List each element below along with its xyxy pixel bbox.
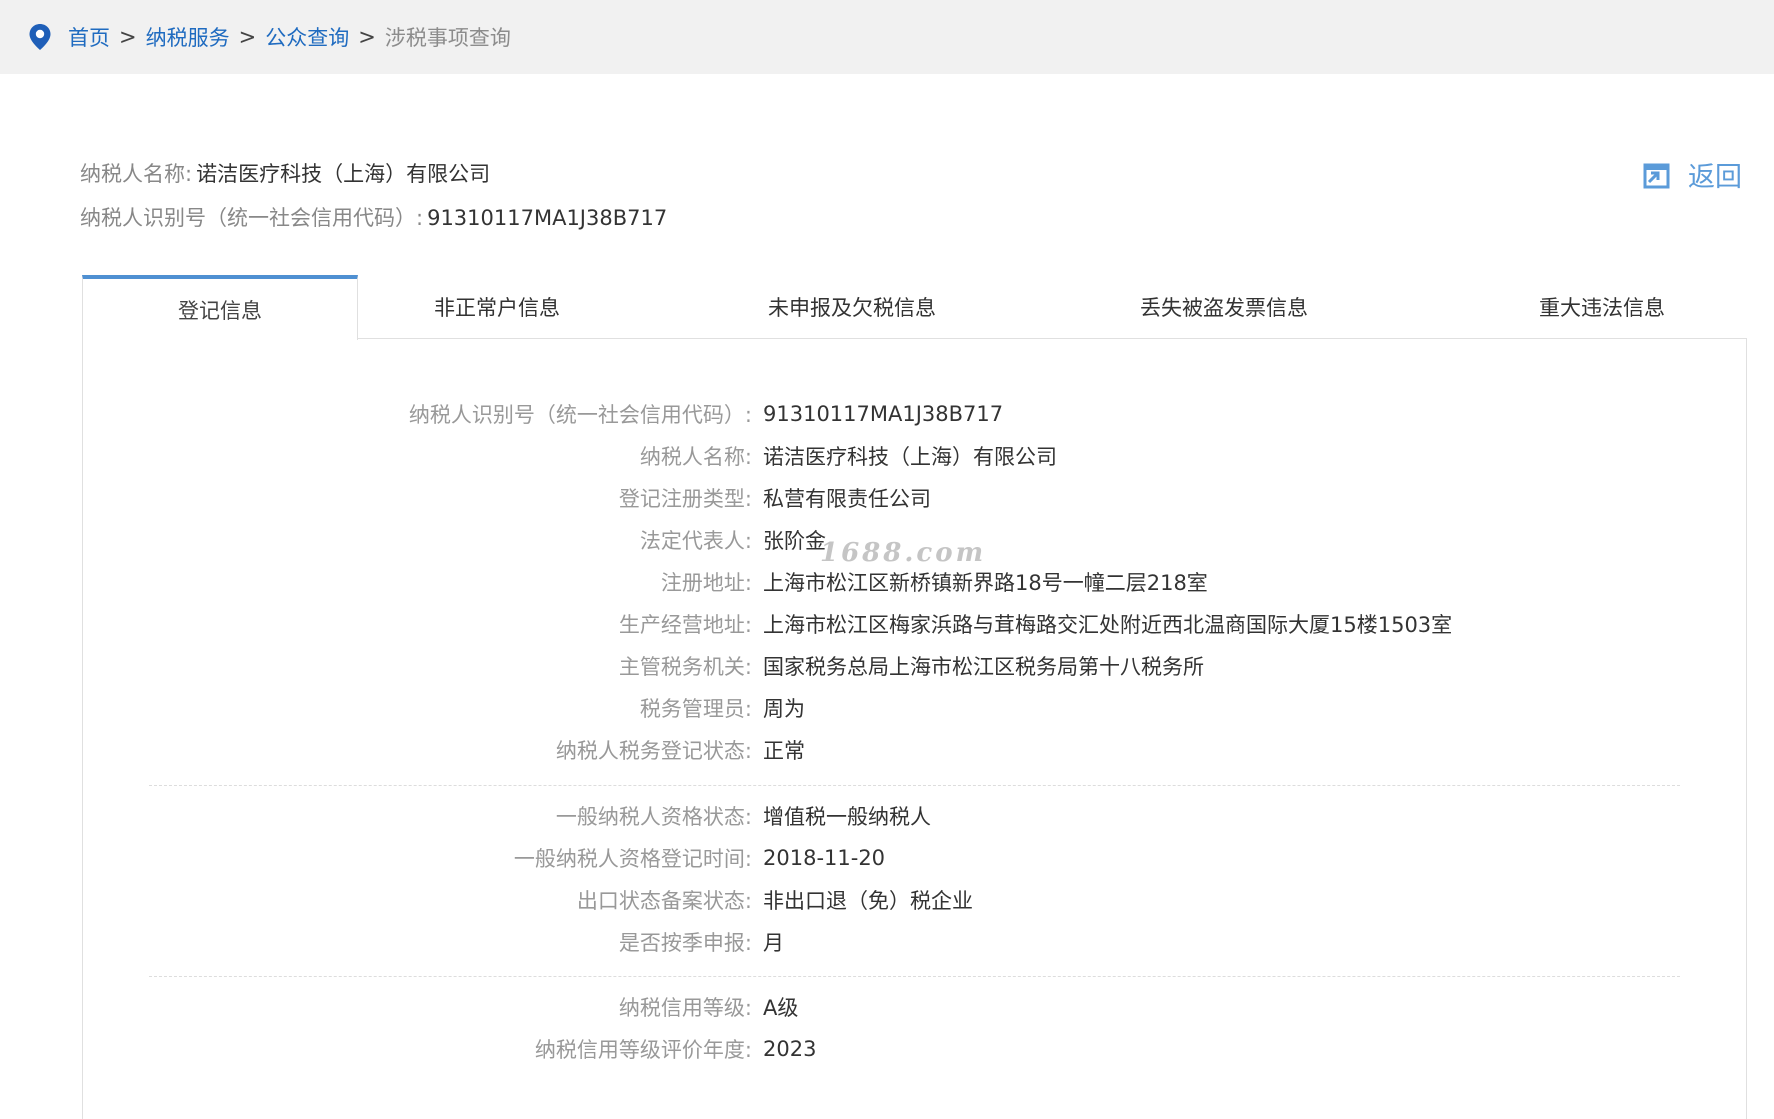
taxpayer-name-label: 纳税人名称: xyxy=(80,162,193,186)
info-value: 周为 xyxy=(763,697,805,721)
info-value: 诺洁医疗科技（上海）有限公司 xyxy=(763,445,1057,469)
tab-label: 丢失被盗发票信息 xyxy=(1140,296,1308,320)
taxpayer-header: 纳税人名称: 诺洁医疗科技（上海）有限公司 纳税人识别号（统一社会信用代码）: … xyxy=(80,152,667,240)
info-row: 一般纳税人资格登记时间: 2018-11-20 xyxy=(83,837,1683,879)
breadcrumb-home[interactable]: 首页 xyxy=(68,22,110,52)
tab-label: 未申报及欠税信息 xyxy=(768,296,936,320)
return-label: 返回 xyxy=(1688,162,1742,193)
info-value: 国家税务总局上海市松江区税务局第十八税务所 xyxy=(763,655,1204,679)
info-value: 非出口退（免）税企业 xyxy=(763,889,973,913)
breadcrumb-public-query[interactable]: 公众查询 xyxy=(265,22,349,52)
info-label: 税务管理员: xyxy=(639,697,752,721)
info-value: 2018-11-20 xyxy=(763,846,886,870)
info-label: 登记注册类型: xyxy=(618,487,752,511)
info-value: A级 xyxy=(763,996,799,1020)
taxpayer-name-row: 纳税人名称: 诺洁医疗科技（上海）有限公司 xyxy=(80,152,667,196)
breadcrumb-current: 涉税事项查询 xyxy=(384,26,511,50)
info-label: 一般纳税人资格登记时间: xyxy=(513,847,752,871)
tab-abnormal-account-info[interactable]: 非正常户信息 xyxy=(392,275,602,339)
return-arrow-icon xyxy=(1643,163,1670,188)
taxpayer-name-value: 诺洁医疗科技（上海）有限公司 xyxy=(196,162,491,186)
info-label: 一般纳税人资格状态: xyxy=(555,805,752,829)
info-value: 上海市松江区新桥镇新界路18号一幢二层218室 xyxy=(763,571,1208,595)
info-label: 法定代表人: xyxy=(639,529,752,553)
info-label: 纳税信用等级: xyxy=(618,996,752,1020)
info-row: 登记注册类型: 私营有限责任公司 xyxy=(83,477,1683,519)
breadcrumb: 首页 > 纳税服务 > 公众查询 > 涉税事项查询 xyxy=(0,0,1774,74)
info-label: 纳税信用等级评价年度: xyxy=(534,1038,752,1062)
tab-label: 登记信息 xyxy=(178,298,262,323)
info-value: 张阶金 xyxy=(763,529,826,553)
info-value: 上海市松江区梅家浜路与茸梅路交汇处附近西北温商国际大厦15楼1503室 xyxy=(763,613,1453,637)
info-label: 是否按季申报: xyxy=(618,931,752,955)
location-pin-icon xyxy=(29,24,51,50)
info-label: 主管税务机关: xyxy=(618,655,752,679)
info-value: 正常 xyxy=(763,739,805,763)
info-row: 纳税信用等级: A级 xyxy=(83,986,1683,1028)
tab-label: 重大违法信息 xyxy=(1539,296,1665,320)
info-row: 是否按季申报: 月 xyxy=(83,921,1683,963)
info-value: 91310117MA1J38B717 xyxy=(763,402,1004,426)
info-row: 一般纳税人资格状态: 增值税一般纳税人 xyxy=(83,795,1683,837)
info-row: 纳税人识别号（统一社会信用代码）: 91310117MA1J38B717 xyxy=(83,393,1683,435)
watermark: 1688.com xyxy=(820,538,987,568)
info-value: 增值税一般纳税人 xyxy=(763,805,931,829)
info-label: 纳税人识别号（统一社会信用代码）: xyxy=(408,403,752,427)
return-button[interactable]: 返回 xyxy=(1642,155,1742,194)
info-row: 纳税信用等级评价年度: 2023 xyxy=(83,1028,1683,1070)
section-divider xyxy=(149,785,1680,786)
info-row: 出口状态备案状态: 非出口退（免）税企业 xyxy=(83,879,1683,921)
breadcrumb-separator: > xyxy=(119,25,137,49)
breadcrumb-separator: > xyxy=(358,25,376,49)
info-row: 生产经营地址: 上海市松江区梅家浜路与茸梅路交汇处附近西北温商国际大厦15楼15… xyxy=(83,603,1683,645)
info-label: 生产经营地址: xyxy=(618,613,752,637)
info-row: 纳税人名称: 诺洁医疗科技（上海）有限公司 xyxy=(83,435,1683,477)
info-value: 月 xyxy=(763,931,784,955)
taxpayer-id-label: 纳税人识别号（统一社会信用代码）: xyxy=(80,206,424,230)
breadcrumb-tax-service[interactable]: 纳税服务 xyxy=(146,22,230,52)
tab-bar: 登记信息 非正常户信息 未申报及欠税信息 丢失被盗发票信息 重大违法信息 xyxy=(82,275,1747,340)
taxpayer-id-row: 纳税人识别号（统一社会信用代码）: 91310117MA1J38B717 xyxy=(80,196,667,240)
info-row: 主管税务机关: 国家税务总局上海市松江区税务局第十八税务所 xyxy=(83,645,1683,687)
tab-label: 非正常户信息 xyxy=(434,296,560,320)
section-divider xyxy=(149,976,1680,977)
info-value: 2023 xyxy=(763,1037,817,1061)
info-label: 纳税人税务登记状态: xyxy=(555,739,752,763)
info-row: 纳税人税务登记状态: 正常 xyxy=(83,729,1683,771)
tab-lost-stolen-invoice-info[interactable]: 丢失被盗发票信息 xyxy=(1104,275,1344,339)
breadcrumb-separator: > xyxy=(238,25,257,49)
info-label: 注册地址: xyxy=(660,571,752,595)
taxpayer-id-value: 91310117MA1J38B717 xyxy=(427,206,668,230)
info-label: 纳税人名称: xyxy=(639,445,752,469)
tab-registration-info[interactable]: 登记信息 xyxy=(82,275,358,340)
tab-undeclared-arrears-info[interactable]: 未申报及欠税信息 xyxy=(737,275,967,339)
info-label: 出口状态备案状态: xyxy=(576,889,752,913)
info-row: 税务管理员: 周为 xyxy=(83,687,1683,729)
registration-info-panel: 纳税人识别号（统一社会信用代码）: 91310117MA1J38B717 纳税人… xyxy=(82,339,1747,1119)
info-value: 私营有限责任公司 xyxy=(763,487,931,511)
tab-major-violation-info[interactable]: 重大违法信息 xyxy=(1502,275,1702,339)
